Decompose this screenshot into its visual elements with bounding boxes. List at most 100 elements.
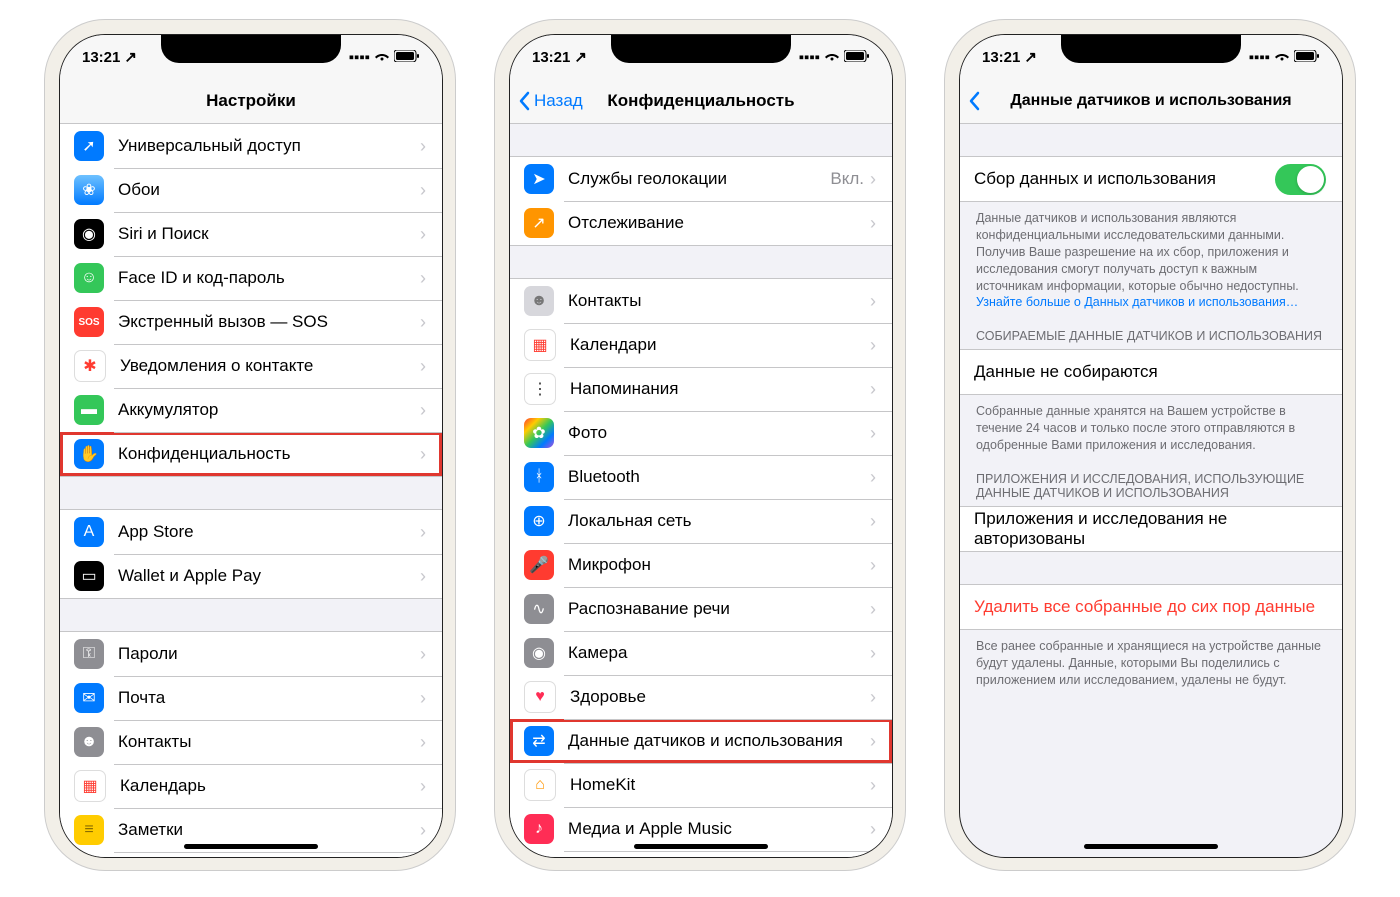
toggle-switch[interactable] (1275, 164, 1326, 195)
row-calendar[interactable]: ▦Календарь› (60, 764, 442, 808)
row-localnetwork[interactable]: ⊕Локальная сеть› (510, 499, 892, 543)
row-contacts[interactable]: ☻Контакты› (60, 720, 442, 764)
row-contacts[interactable]: ☻Контакты› (510, 279, 892, 323)
wifi-icon (824, 49, 840, 66)
row-detail: Вкл. (830, 169, 864, 189)
music-icon: ♪ (524, 814, 554, 844)
notes-icon: ≡ (74, 815, 104, 845)
chevron-right-icon: › (870, 687, 876, 708)
wallet-icon: ▭ (74, 561, 104, 591)
learn-more-link[interactable]: Узнайте больше о Данных датчиков и испол… (976, 295, 1298, 309)
row-label: Аккумулятор (118, 400, 420, 420)
home-indicator[interactable] (1084, 844, 1218, 849)
contacts-icon: ☻ (74, 727, 104, 757)
row-sensor-data[interactable]: ⇄ Данные датчиков и использования› (510, 719, 892, 763)
row-label: Конфиденциальность (118, 444, 420, 464)
row-bluetooth[interactable]: ᚼBluetooth› (510, 455, 892, 499)
location-icon: ↗ (1024, 48, 1037, 66)
chevron-right-icon: › (870, 511, 876, 532)
row-label: Экстренный вызов — SOS (118, 312, 420, 332)
notch (611, 35, 791, 63)
row-siri[interactable]: ◉ Siri и Поиск› (60, 212, 442, 256)
sensor-icon: ⇄ (524, 726, 554, 756)
row-faceid[interactable]: ☺Face ID и код-пароль› (60, 256, 442, 300)
page-title: Настройки (206, 91, 296, 111)
row-reminders[interactable]: ⋮Напоминания› (510, 367, 892, 411)
chevron-right-icon: › (420, 688, 426, 709)
chevron-right-icon: › (420, 644, 426, 665)
row-location[interactable]: ➤Службы геолокацииВкл.› (510, 157, 892, 201)
row-calendars[interactable]: ▦Календари› (510, 323, 892, 367)
row-speech[interactable]: ∿Распознавание речи› (510, 587, 892, 631)
row-label: Удалить все собранные до сих пор данные (974, 597, 1326, 617)
chevron-right-icon: › (420, 312, 426, 333)
row-label: Распознавание речи (568, 599, 870, 619)
back-button[interactable]: Назад (518, 91, 583, 111)
row-accessibility[interactable]: ➚Универсальный доступ› (60, 124, 442, 168)
row-battery[interactable]: ▬ Аккумулятор› (60, 388, 442, 432)
row-camera[interactable]: ◉Камера› (510, 631, 892, 675)
notch (1061, 35, 1241, 63)
reminders-icon: ⋮ (524, 373, 556, 405)
row-collect-toggle[interactable]: Сбор данных и использования (960, 157, 1342, 201)
row-health[interactable]: ♥ Здоровье› (510, 675, 892, 719)
row-label: HomeKit (570, 775, 870, 795)
key-icon: ⚿ (74, 639, 104, 669)
location-icon: ↗ (574, 48, 587, 66)
row-label: Данные датчиков и использования (568, 731, 870, 751)
chevron-right-icon: › (870, 423, 876, 444)
chevron-right-icon: › (870, 379, 876, 400)
calendar-icon: ▦ (524, 329, 556, 361)
row-label: Уведомления о контакте (120, 356, 420, 376)
row-wallet[interactable]: ▭Wallet и Apple Pay› (60, 554, 442, 598)
row-label: Siri и Поиск (118, 224, 420, 244)
row-passwords[interactable]: ⚿Пароли› (60, 632, 442, 676)
back-button[interactable] (968, 91, 980, 111)
row-exposure[interactable]: ✱ Уведомления о контакте› (60, 344, 442, 388)
row-label: Здоровье (570, 687, 870, 707)
row-microphone[interactable]: 🎤Микрофон› (510, 543, 892, 587)
notch (161, 35, 341, 63)
row-tracking[interactable]: ↗Отслеживание› (510, 201, 892, 245)
row-appstore[interactable]: AApp Store› (60, 510, 442, 554)
signal-icon: ▪▪▪▪ (349, 49, 370, 66)
row-label: Медиа и Apple Music (568, 819, 870, 839)
row-photos[interactable]: ✿Фото› (510, 411, 892, 455)
sos-icon: SOS (74, 307, 104, 337)
back-label: Назад (534, 91, 583, 111)
row-label: Камера (568, 643, 870, 663)
row-sos[interactable]: SOS Экстренный вызов — SOS› (60, 300, 442, 344)
contacts-icon: ☻ (524, 286, 554, 316)
chevron-right-icon: › (420, 356, 426, 377)
row-privacy[interactable]: ✋Конфиденциальность› (60, 432, 442, 476)
homekit-icon: ⌂ (524, 769, 556, 801)
settings-list[interactable]: ➚Универсальный доступ› ❀Обои› ◉ Siri и По… (60, 124, 442, 858)
delete-all-button[interactable]: Удалить все собранные до сих пор данные (960, 585, 1342, 629)
row-label: Отслеживание (568, 213, 870, 233)
home-indicator[interactable] (184, 844, 318, 849)
privacy-list[interactable]: ➤Службы геолокацииВкл.› ↗Отслеживание› ☻… (510, 124, 892, 858)
wallpaper-icon: ❀ (74, 175, 104, 205)
chevron-right-icon: › (870, 731, 876, 752)
row-homekit[interactable]: ⌂HomeKit› (510, 763, 892, 807)
battery-icon: ▬ (74, 395, 104, 425)
row-wallpaper[interactable]: ❀Обои› (60, 168, 442, 212)
status-time: 13:21 (982, 49, 1020, 66)
chevron-right-icon: › (420, 224, 426, 245)
chevron-right-icon: › (870, 467, 876, 488)
camera-icon: ◉ (524, 638, 554, 668)
health-icon: ♥ (524, 681, 556, 713)
row-files[interactable]: 📁Файлы и папки› (510, 851, 892, 858)
speech-icon: ∿ (524, 594, 554, 624)
status-icons: ▪▪▪▪ (799, 49, 870, 66)
siri-icon: ◉ (74, 219, 104, 249)
exposure-icon: ✱ (74, 350, 106, 382)
row-reminders[interactable]: ⋮Напоминания› (60, 852, 442, 858)
row-mail[interactable]: ✉Почта› (60, 676, 442, 720)
sensor-settings[interactable]: Сбор данных и использования Данные датчи… (960, 124, 1342, 858)
row-label: Приложения и исследования не авторизован… (974, 509, 1326, 549)
row-label: Универсальный доступ (118, 136, 420, 156)
home-indicator[interactable] (634, 844, 768, 849)
chevron-right-icon: › (870, 819, 876, 840)
chevron-right-icon: › (420, 400, 426, 421)
